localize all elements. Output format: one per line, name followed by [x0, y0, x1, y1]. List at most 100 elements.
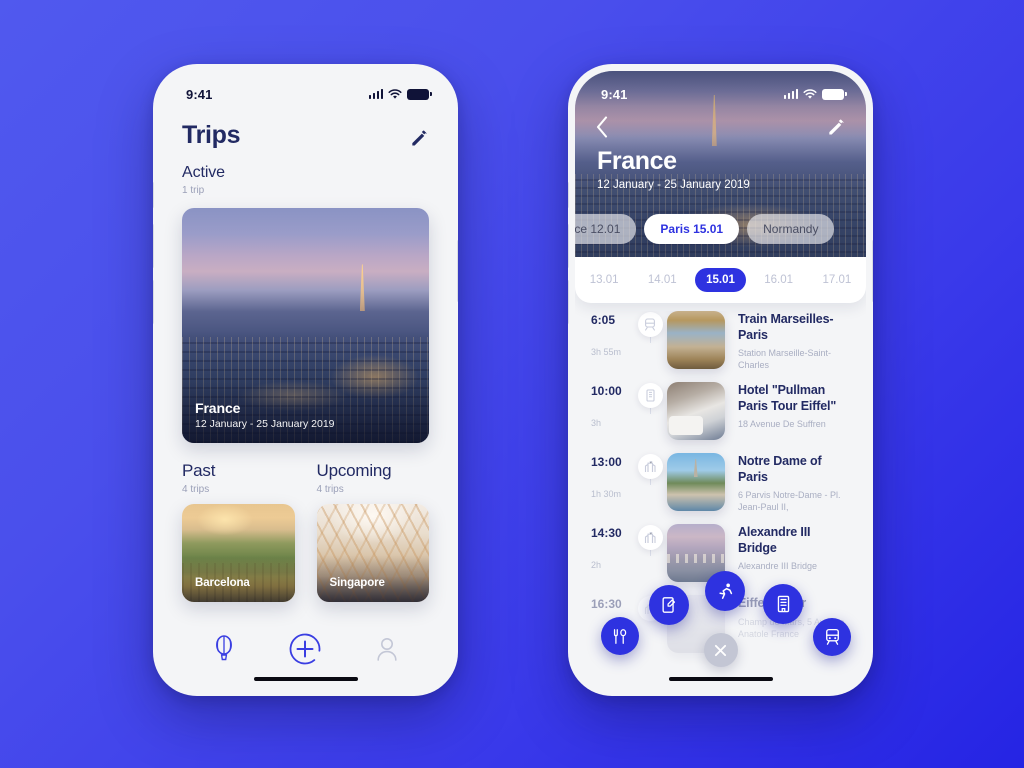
item-text-block: Hotel "Pullman Paris Tour Eiffel" 18 Ave…	[725, 382, 850, 430]
signal-bars-icon	[368, 89, 383, 99]
train-icon	[645, 318, 655, 331]
landmark-icon	[644, 531, 656, 543]
active-section-count: 1 trip	[182, 185, 205, 196]
item-time-block: 6:05 3h 55m	[591, 311, 633, 357]
past-section-title: Past	[182, 461, 216, 480]
itinerary-item[interactable]: 13:00 1h 30m Notre Dame of Paris 6 Parvi…	[591, 453, 850, 524]
timeline-connector	[650, 408, 651, 414]
phone-power-button[interactable]	[872, 240, 873, 302]
wifi-icon	[388, 88, 402, 99]
item-start-time: 10:00	[591, 384, 622, 398]
profile-icon[interactable]	[375, 636, 399, 662]
photo-notre-dame	[667, 453, 725, 511]
fab-hotel[interactable]	[763, 584, 803, 624]
right-screen: 9:41 France 12 January - 25 January 2019…	[575, 71, 866, 689]
day-14-01[interactable]: 14.01	[637, 268, 688, 292]
trips-header: Trips	[182, 109, 429, 150]
city-pill-provence[interactable]: ance 12.01	[575, 214, 637, 244]
status-time: 9:41	[186, 86, 213, 102]
upcoming-trip-card[interactable]: Singapore	[316, 504, 429, 602]
past-section-count: 4 trips	[182, 484, 210, 495]
hot-air-balloon-icon[interactable]	[212, 635, 236, 663]
timeline-axis	[633, 311, 667, 343]
item-name: Hotel "Pullman Paris Tour Eiffel"	[738, 383, 837, 413]
upcoming-section-title: Upcoming	[316, 461, 392, 480]
home-indicator	[253, 676, 358, 681]
day-13-01[interactable]: 13.01	[579, 268, 630, 292]
item-text-block: Train Marseilles-Paris Station Marseille…	[725, 311, 850, 372]
item-duration: 1h 30m	[591, 489, 622, 499]
battery-icon	[822, 88, 847, 100]
trip-title: France	[597, 147, 677, 175]
past-trip-label: Barcelona	[195, 577, 285, 589]
city-pill-paris[interactable]: Paris 15.01	[644, 214, 740, 244]
wifi-icon	[803, 88, 817, 99]
phone-mute-button[interactable]	[153, 182, 154, 208]
fab-close[interactable]	[703, 633, 738, 667]
phone-volume-up-button[interactable]	[153, 224, 154, 268]
item-duration: 3h	[591, 418, 602, 428]
timeline-axis	[633, 382, 667, 414]
phone-power-button[interactable]	[457, 240, 458, 302]
item-address: 18 Avenue De Suffren	[738, 419, 826, 430]
trip-dates: 12 January - 25 January 2019	[597, 179, 750, 191]
item-text-block: Notre Dame of Paris 6 Parvis Notre-Dame …	[725, 453, 850, 514]
left-content: Trips Active 1 trip France 12 January - …	[160, 109, 451, 689]
status-time: 9:41	[601, 86, 628, 102]
timeline-connector	[650, 479, 651, 485]
itinerary-item[interactable]: 6:05 3h 55m Train Marseilles-Paris Stati…	[591, 311, 850, 382]
upcoming-trip-label: Singapore	[330, 577, 420, 589]
status-bar-right: 9:41	[575, 71, 866, 109]
transport-icon	[825, 628, 839, 645]
item-time-block: 10:00 3h	[591, 382, 633, 428]
pencil-icon[interactable]	[409, 128, 429, 148]
phone-mute-button[interactable]	[568, 182, 569, 208]
landmark-icon	[644, 460, 656, 472]
item-thumbnail[interactable]	[667, 453, 725, 511]
upcoming-section-count: 4 trips	[316, 484, 344, 495]
activity-icon	[718, 583, 732, 599]
day-16-01[interactable]: 16.01	[753, 268, 804, 292]
itinerary-item[interactable]: 10:00 3h Hotel "Pullman Paris Tour Eiffe…	[591, 382, 850, 453]
hotel-icon	[777, 595, 789, 613]
restaurant-icon	[613, 628, 626, 644]
timeline-axis	[633, 453, 667, 485]
fab-activity[interactable]	[705, 571, 745, 611]
fab-restaurant[interactable]	[601, 617, 639, 655]
active-trip-label: France 12 January - 25 January 2019	[195, 400, 419, 430]
chevron-left-icon[interactable]	[595, 115, 610, 139]
phone-volume-down-button[interactable]	[568, 280, 569, 324]
past-trip-card[interactable]: Barcelona	[182, 504, 295, 602]
note-icon	[662, 597, 676, 613]
fab-transport[interactable]	[813, 618, 851, 656]
timeline-node	[637, 525, 663, 550]
item-thumbnail[interactable]	[667, 382, 725, 440]
active-trip-card[interactable]: France 12 January - 25 January 2019	[182, 208, 429, 443]
day-15-01[interactable]: 15.01	[695, 268, 746, 292]
past-column: Past 4 trips Barcelona	[182, 461, 295, 602]
active-section-title: Active	[182, 164, 225, 181]
trip-name: Barcelona	[195, 577, 250, 589]
item-start-time: 6:05	[591, 313, 616, 327]
close-icon	[714, 644, 727, 656]
city-pill-normandy[interactable]: Normandy	[747, 214, 835, 244]
hero-nav	[595, 115, 846, 139]
item-time-block: 13:00 1h 30m	[591, 453, 633, 499]
fab-note[interactable]	[649, 585, 689, 625]
item-thumbnail[interactable]	[667, 311, 725, 369]
battery-icon	[407, 88, 432, 100]
pencil-icon[interactable]	[826, 117, 846, 137]
hero-title-block: France 12 January - 25 January 2019	[597, 147, 750, 191]
day-selector: 13.01 14.01 15.01 16.01 17.01	[575, 257, 866, 303]
city-pills: ance 12.01 Paris 15.01 Normandy	[575, 214, 866, 244]
status-icons	[783, 88, 847, 100]
fab-radial-menu	[575, 559, 866, 689]
item-name: Notre Dame of Paris	[738, 454, 822, 484]
hotel-icon	[645, 389, 655, 402]
plus-circle-icon[interactable]	[288, 632, 322, 666]
trip-columns: Past 4 trips Barcelona Upcoming 4 trips	[182, 461, 429, 602]
phone-volume-up-button[interactable]	[568, 224, 569, 268]
day-17-01[interactable]: 17.01	[811, 268, 862, 292]
photo-paris-street-arch	[667, 311, 725, 369]
phone-volume-down-button[interactable]	[153, 280, 154, 324]
